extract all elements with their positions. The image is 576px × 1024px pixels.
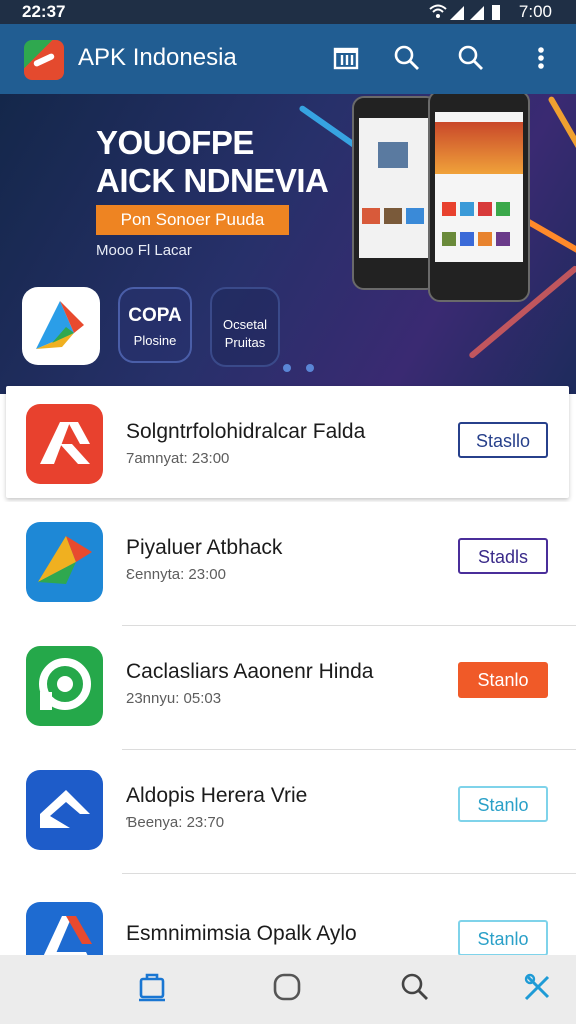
status-time-left: 22:37	[22, 2, 66, 21]
app-name: Piyaluer Atbhack	[126, 536, 283, 559]
app-name: Esmnimimsia Opalk Aylo	[126, 922, 357, 945]
carousel-dot[interactable]	[283, 364, 291, 372]
phone-mockup	[428, 94, 530, 302]
banner-app-chip[interactable]: COPA Plosine	[118, 287, 192, 363]
status-time-right: 7:00	[518, 2, 552, 21]
app-icon	[26, 404, 103, 484]
app-icon	[26, 770, 103, 850]
install-button[interactable]: Stanlo	[458, 786, 548, 822]
app-icon	[26, 522, 103, 602]
signal-icons	[429, 4, 500, 20]
chip-label: COPA	[128, 305, 182, 326]
install-button[interactable]: Stasllo	[458, 422, 548, 458]
phone-mockup	[352, 96, 438, 290]
app-meta: 23nnyu: 05:03	[126, 690, 222, 707]
carousel-dot[interactable]	[306, 364, 314, 372]
chip-sublabel: Plosine	[133, 333, 177, 348]
app-icon	[26, 902, 103, 955]
app-title: APK Indonesia	[78, 44, 237, 71]
banner-app-chip[interactable]: Ocsetal Pruitas	[210, 287, 280, 367]
app-name: Solgntrfolohidralcar Falda	[126, 420, 366, 443]
banner-app-chip[interactable]	[22, 287, 100, 365]
app-name: Aldopis Herera Vrie	[126, 784, 308, 807]
tools-icon[interactable]	[522, 971, 552, 1003]
chip-label: Ocsetal	[222, 317, 268, 332]
install-button[interactable]: Stadls	[458, 538, 548, 574]
banner-headline: YOUOFPE	[96, 124, 254, 161]
status-bar: 22:37 7:00	[0, 0, 576, 24]
bottom-nav	[0, 955, 576, 1024]
list-item[interactable]: Aldopis Herera Vrie Ɓeenya: 23:70 Stanlo	[0, 750, 576, 874]
list-item[interactable]: Piyaluer Atbhack Ɛennyta: 23:00 Stadls	[0, 502, 576, 626]
app-logo-icon	[36, 301, 84, 349]
chip-sublabel: Pruitas	[224, 335, 266, 350]
app-name: Caclasliars Aaonenr Hinda	[126, 660, 374, 683]
home-circle-icon[interactable]	[272, 971, 302, 1003]
list-item[interactable]: Caclasliars Aaonenr Hinda 23nnyu: 05:03 …	[0, 626, 576, 750]
install-button[interactable]: Stanlo	[458, 920, 548, 955]
app-meta: Ɓeenya: 23:70	[126, 814, 225, 831]
banner-subtext: Mooo Fl Lacar	[96, 242, 192, 259]
app-logo	[24, 40, 64, 80]
download-icon[interactable]	[330, 42, 362, 74]
more-vert-icon[interactable]	[525, 42, 557, 74]
bag-icon[interactable]	[137, 971, 167, 1003]
app-meta: 7amnyat: 23:00	[126, 450, 230, 467]
list-item[interactable]: Solgntrfolohidralcar Falda 7amnyat: 23:0…	[6, 386, 569, 498]
app-icon	[26, 646, 103, 726]
install-button[interactable]: Stanlo	[458, 662, 548, 698]
app-bar: APK Indonesia	[0, 24, 576, 94]
promo-banner[interactable]: YOUOFPE AICK NDNEVIA Pon Sonoer Puuda Mo…	[0, 94, 576, 394]
search-icon[interactable]	[391, 42, 423, 74]
app-meta: Ɛennyta: 23:00	[126, 566, 226, 583]
light-streak	[547, 95, 576, 168]
search-icon[interactable]	[455, 42, 487, 74]
banner-headline: AICK NDNEVIA	[96, 162, 329, 199]
banner-button[interactable]: Pon Sonoer Puuda	[96, 205, 289, 235]
search-icon[interactable]	[400, 971, 430, 1003]
list-item[interactable]: Esmnimimsia Opalk Aylo Stanlo	[0, 874, 576, 955]
